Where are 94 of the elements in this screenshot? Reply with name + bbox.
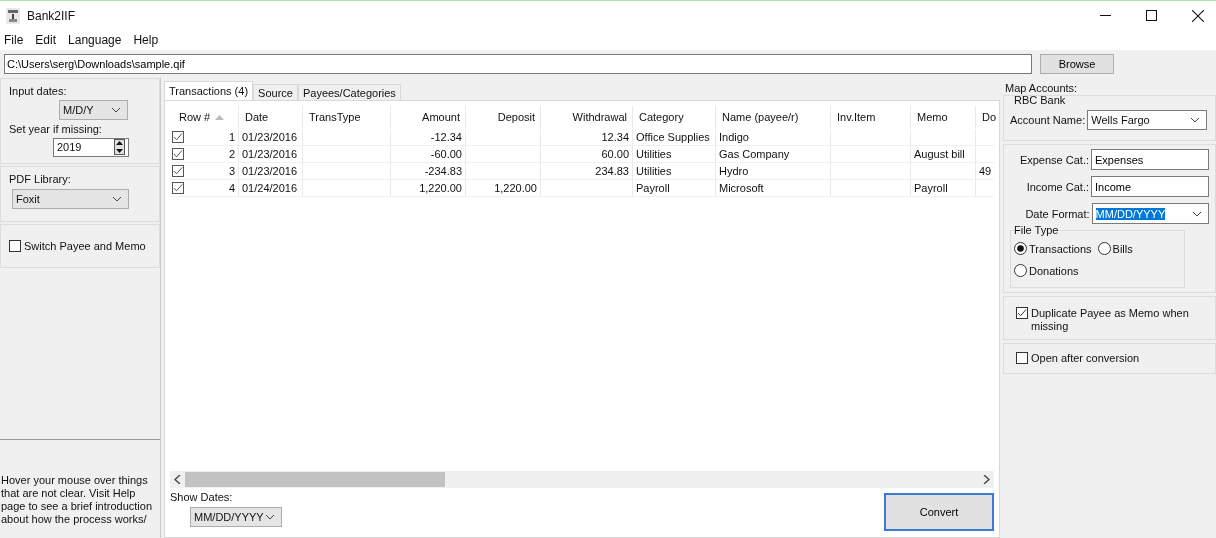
column-header[interactable]: Amount xyxy=(422,111,460,123)
table-cell: 1,220.00 xyxy=(494,182,537,194)
table-cell: Payroll xyxy=(914,182,948,194)
radio-button[interactable] xyxy=(1097,242,1111,255)
radio-label[interactable]: Transactions xyxy=(1029,242,1092,255)
table-cell: 1 xyxy=(228,131,235,143)
table-cell: Payroll xyxy=(636,182,670,194)
tab[interactable]: Transactions (4) xyxy=(164,81,254,100)
field-label: Date Format: xyxy=(1024,207,1090,220)
column-header[interactable]: Deposit xyxy=(497,111,535,123)
field-label: Input dates: xyxy=(9,85,68,97)
window-title: Bank2IIF xyxy=(27,8,76,23)
table-cell: 01/23/2016 xyxy=(242,165,298,177)
pdf-library-dropdown[interactable]: Foxit xyxy=(12,189,129,209)
table-cell: 12.34 xyxy=(601,131,629,143)
column-header[interactable]: Withdrawal xyxy=(572,111,627,123)
menu-item[interactable]: Language xyxy=(68,33,122,47)
row-checkbox[interactable] xyxy=(172,182,184,194)
table-cell: Office Supplies xyxy=(636,131,710,143)
checkbox[interactable] xyxy=(9,240,21,252)
radio-label[interactable]: Donations xyxy=(1029,264,1079,277)
radio-button[interactable] xyxy=(1014,264,1027,277)
table-cell: -234.83 xyxy=(424,165,462,177)
field-label: Expense Cat.: xyxy=(1018,153,1089,166)
chevron-down-icon[interactable] xyxy=(1190,117,1201,123)
column-header[interactable]: Inv.Item xyxy=(837,111,876,123)
chevron-down-icon[interactable] xyxy=(1192,210,1202,217)
expense-category-field[interactable]: Expenses xyxy=(1091,149,1209,170)
table-cell: Indigo xyxy=(719,131,749,143)
table-cell: 01/23/2016 xyxy=(242,131,298,143)
app-icon xyxy=(6,7,20,24)
scroll-right-icon[interactable] xyxy=(983,475,990,484)
radio-button[interactable] xyxy=(1014,242,1027,255)
table-cell: 60.00 xyxy=(601,148,629,160)
date-format-dropdown[interactable]: MM/DD/YYYY xyxy=(1091,203,1209,224)
horizontal-scrollbar[interactable] xyxy=(170,471,994,488)
table-cell: Utilities xyxy=(636,148,672,160)
tab[interactable]: Source xyxy=(253,84,298,100)
group-title: RBC Bank xyxy=(1014,94,1067,106)
menu-item[interactable]: File xyxy=(4,33,24,47)
row-checkbox[interactable] xyxy=(172,165,184,177)
table-cell: 49 xyxy=(979,165,992,177)
table-cell: 3 xyxy=(228,165,235,177)
table-cell: -12.34 xyxy=(430,131,462,143)
menu-item[interactable]: Edit xyxy=(35,33,57,47)
income-category-field[interactable]: Income xyxy=(1091,176,1209,197)
column-header[interactable]: Date xyxy=(245,111,269,123)
table-cell: -60.00 xyxy=(430,148,462,160)
table-cell: 2 xyxy=(228,148,235,160)
year-spinner[interactable]: 2019 xyxy=(53,137,129,157)
field-label: Show Dates: xyxy=(170,491,234,503)
column-header[interactable]: Row # xyxy=(179,111,211,123)
table-cell: Gas Company xyxy=(719,148,790,160)
field-label: Set year if missing: xyxy=(9,122,103,135)
group-title: File Type xyxy=(1014,224,1059,236)
field-label: Income Cat.: xyxy=(1025,180,1089,193)
chevron-down-icon[interactable] xyxy=(265,514,275,520)
table-cell: Hydro xyxy=(719,165,749,177)
scroll-left-icon[interactable] xyxy=(174,475,181,484)
checkbox[interactable] xyxy=(1016,307,1028,319)
column-header[interactable]: Do xyxy=(982,111,997,123)
section-label: Map Accounts: xyxy=(1004,82,1079,94)
input-dates-dropdown[interactable]: M/D/Y xyxy=(59,100,128,120)
column-header[interactable]: Memo xyxy=(917,111,948,123)
sort-icon xyxy=(215,114,225,120)
column-header[interactable]: Name (payee/r) xyxy=(722,111,799,123)
table-cell: 01/23/2016 xyxy=(242,148,298,160)
field-label: PDF Library: xyxy=(9,173,72,185)
column-header[interactable]: Category xyxy=(639,111,684,123)
table-cell: Utilities xyxy=(636,165,672,177)
file-path-field[interactable]: C:\Users\serg\Downloads\sample.qif xyxy=(4,54,1032,74)
table-cell: 234.83 xyxy=(595,165,629,177)
checkbox[interactable] xyxy=(1016,352,1028,364)
table-cell: 01/24/2016 xyxy=(242,182,298,194)
table-cell: 1,220.00 xyxy=(419,182,462,194)
chevron-down-icon[interactable] xyxy=(111,106,121,113)
table-cell: August bill xyxy=(914,148,965,160)
table-cell: 4 xyxy=(228,182,235,194)
tab[interactable]: Payees/Categories xyxy=(297,84,401,100)
show-dates-dropdown[interactable]: MM/DD/YYYY xyxy=(190,507,282,527)
radio-label[interactable]: Bills xyxy=(1112,242,1133,255)
convert-button[interactable]: Convert xyxy=(884,493,994,531)
row-checkbox[interactable] xyxy=(172,131,184,143)
field-label: Account Name: xyxy=(1010,114,1086,126)
close-icon[interactable] xyxy=(1192,9,1204,22)
menu-item[interactable]: Help xyxy=(133,33,159,47)
maximize-icon[interactable] xyxy=(1146,10,1157,21)
chevron-down-icon[interactable] xyxy=(112,196,122,202)
account-name-dropdown[interactable]: Wells Fargo xyxy=(1087,110,1208,130)
column-header[interactable]: TransType xyxy=(309,111,361,123)
table-cell: Microsoft xyxy=(719,182,764,194)
row-checkbox[interactable] xyxy=(172,148,184,160)
help-text: Hover your mouse over things that are not clear. Visit Help page to see a brief introduction about how the process works/ xyxy=(0,474,154,526)
browse-button[interactable]: Browse xyxy=(1040,54,1114,74)
